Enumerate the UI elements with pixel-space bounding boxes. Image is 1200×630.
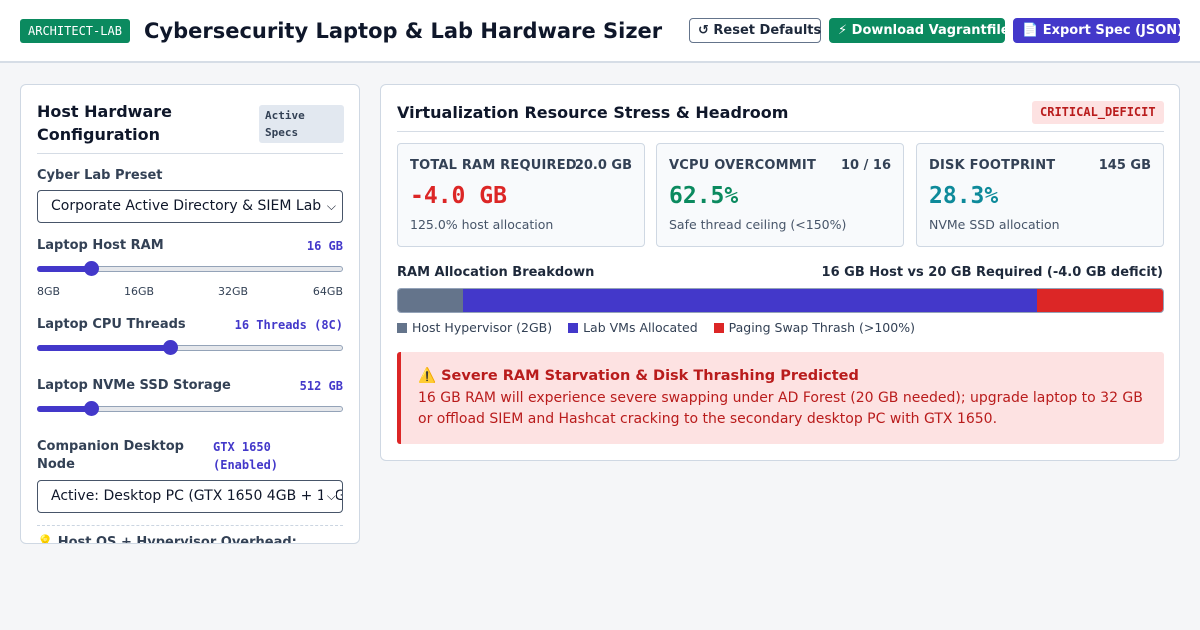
app-title: Cybersecurity Laptop & Lab Hardware Size… — [144, 19, 663, 43]
divider — [37, 525, 343, 526]
legend-label: Host Hypervisor (2GB) — [412, 320, 553, 335]
metric-side-value: 10 / 16 — [841, 158, 891, 173]
metric-side-value: 145 GB — [1098, 158, 1151, 173]
companion-value: GTX 1650 (Enabled) — [213, 440, 279, 472]
slider-thumb[interactable] — [162, 340, 178, 355]
slider-thumb[interactable] — [83, 261, 99, 276]
ram-tick: 32GB — [218, 285, 249, 298]
lab-vms-segment — [463, 289, 1037, 312]
allocation-legend: Host Hypervisor (2GB) Lab VMs Allocated … — [397, 320, 927, 336]
legend-swatch — [568, 323, 579, 333]
ssd-label: Laptop NVMe SSD Storage — [37, 378, 231, 393]
ram-label: Laptop Host RAM — [37, 238, 164, 253]
metric-value: -4.0 GB — [410, 183, 507, 209]
companion-selected-value: Active: Desktop PC (GTX 1650 4GB + 16GB … — [51, 488, 342, 504]
export-spec-button[interactable]: 📄 Export Spec (JSON) — [1013, 18, 1183, 43]
legend-label: Lab VMs Allocated — [583, 320, 698, 335]
divider — [37, 153, 343, 154]
legend-swatch — [397, 323, 407, 333]
metric-subtext: NVMe SSD allocation — [929, 217, 1060, 232]
metric-value: 62.5% — [669, 183, 739, 209]
ram-tick-labels: 8GB 16GB 32GB 64GB — [37, 285, 343, 299]
disk-footprint-card: DISK FOOTPRINT 145 GB 28.3% NVMe SSD all… — [916, 143, 1164, 247]
chevron-down-icon: ⌵ — [322, 481, 336, 512]
slider-fill — [37, 406, 91, 412]
panel-title: Host Hardware Configuration — [37, 102, 172, 144]
legend-label: Paging Swap Thrash (>100%) — [728, 320, 915, 335]
metric-value: 28.3% — [929, 183, 999, 209]
ram-allocation-bar — [397, 288, 1164, 313]
overhead-label: 💡 Host OS + Hypervisor Overhead: — [37, 535, 297, 544]
reset-defaults-button[interactable]: ↺ Reset Defaults — [689, 18, 821, 43]
slider-thumb[interactable] — [83, 401, 99, 416]
metric-label: TOTAL RAM REQUIRED — [410, 158, 577, 173]
host-config-panel: Host Hardware Configuration Active Specs… — [20, 84, 360, 544]
preset-label: Cyber Lab Preset — [37, 168, 163, 183]
allocation-summary: 16 GB Host vs 20 GB Required (-4.0 GB de… — [821, 265, 1163, 280]
brand-badge: ARCHITECT-LAB — [20, 19, 130, 43]
companion-label: Companion Desktop Node — [37, 439, 184, 472]
allocation-title: RAM Allocation Breakdown — [397, 265, 595, 280]
divider — [397, 131, 1164, 132]
ram-value: 16 GB — [306, 239, 343, 253]
preset-select[interactable]: Corporate Active Directory & SIEM Lab ⌵ — [37, 190, 343, 223]
legend-swatch — [713, 323, 724, 333]
ssd-value: 512 GB — [299, 379, 343, 393]
cpu-slider[interactable] — [37, 340, 343, 356]
ram-tick: 8GB — [37, 285, 61, 298]
ssd-slider[interactable] — [37, 401, 343, 417]
chevron-down-icon: ⌵ — [322, 191, 336, 222]
metric-subtext: Safe thread ceiling (<150%) — [669, 217, 847, 232]
download-vagrantfile-button[interactable]: ⚡ Download Vagrantfile — [829, 18, 1010, 43]
cpu-label: Laptop CPU Threads — [37, 317, 186, 332]
alert-title: ⚠️ Severe RAM Starvation & Disk Thrashin… — [418, 368, 859, 384]
ram-tick: 16GB — [124, 285, 155, 298]
ram-required-card: TOTAL RAM REQUIRED 20.0 GB -4.0 GB 125.0… — [397, 143, 645, 247]
legend-item: Lab VMs Allocated — [568, 320, 698, 335]
legend-item: Host Hypervisor (2GB) — [397, 320, 552, 335]
ram-starvation-alert: ⚠️ Severe RAM Starvation & Disk Thrashin… — [397, 352, 1164, 444]
metric-label: VCPU OVERCOMMIT — [669, 158, 817, 173]
swap-thrash-segment — [1036, 289, 1163, 312]
preset-selected-value: Corporate Active Directory & SIEM Lab — [51, 198, 322, 214]
companion-select[interactable]: Active: Desktop PC (GTX 1650 4GB + 16GB … — [37, 480, 343, 513]
legend-item: Paging Swap Thrash (>100%) — [713, 320, 915, 335]
alert-body: 16 GB RAM will experience severe swappin… — [418, 390, 1143, 427]
metric-side-value: 20.0 GB — [574, 158, 632, 173]
top-bar: ARCHITECT-LAB Cybersecurity Laptop & Lab… — [0, 0, 1200, 63]
ram-slider[interactable] — [37, 261, 343, 277]
cpu-value: 16 Threads (8C) — [234, 318, 343, 332]
status-badge: CRITICAL_DEFICIT — [1032, 101, 1164, 124]
metric-label: DISK FOOTPRINT — [929, 158, 1056, 173]
active-specs-badge: Active Specs — [259, 105, 344, 143]
metric-subtext: 125.0% host allocation — [410, 217, 554, 232]
stress-panel: Virtualization Resource Stress & Headroo… — [380, 84, 1180, 461]
ram-tick: 64GB — [312, 285, 343, 298]
vcpu-overcommit-card: VCPU OVERCOMMIT 10 / 16 62.5% Safe threa… — [656, 143, 904, 247]
host-hypervisor-segment — [398, 289, 464, 312]
panel-title: Virtualization Resource Stress & Headroo… — [397, 103, 789, 122]
slider-fill — [37, 345, 170, 351]
slider-fill — [37, 266, 91, 272]
